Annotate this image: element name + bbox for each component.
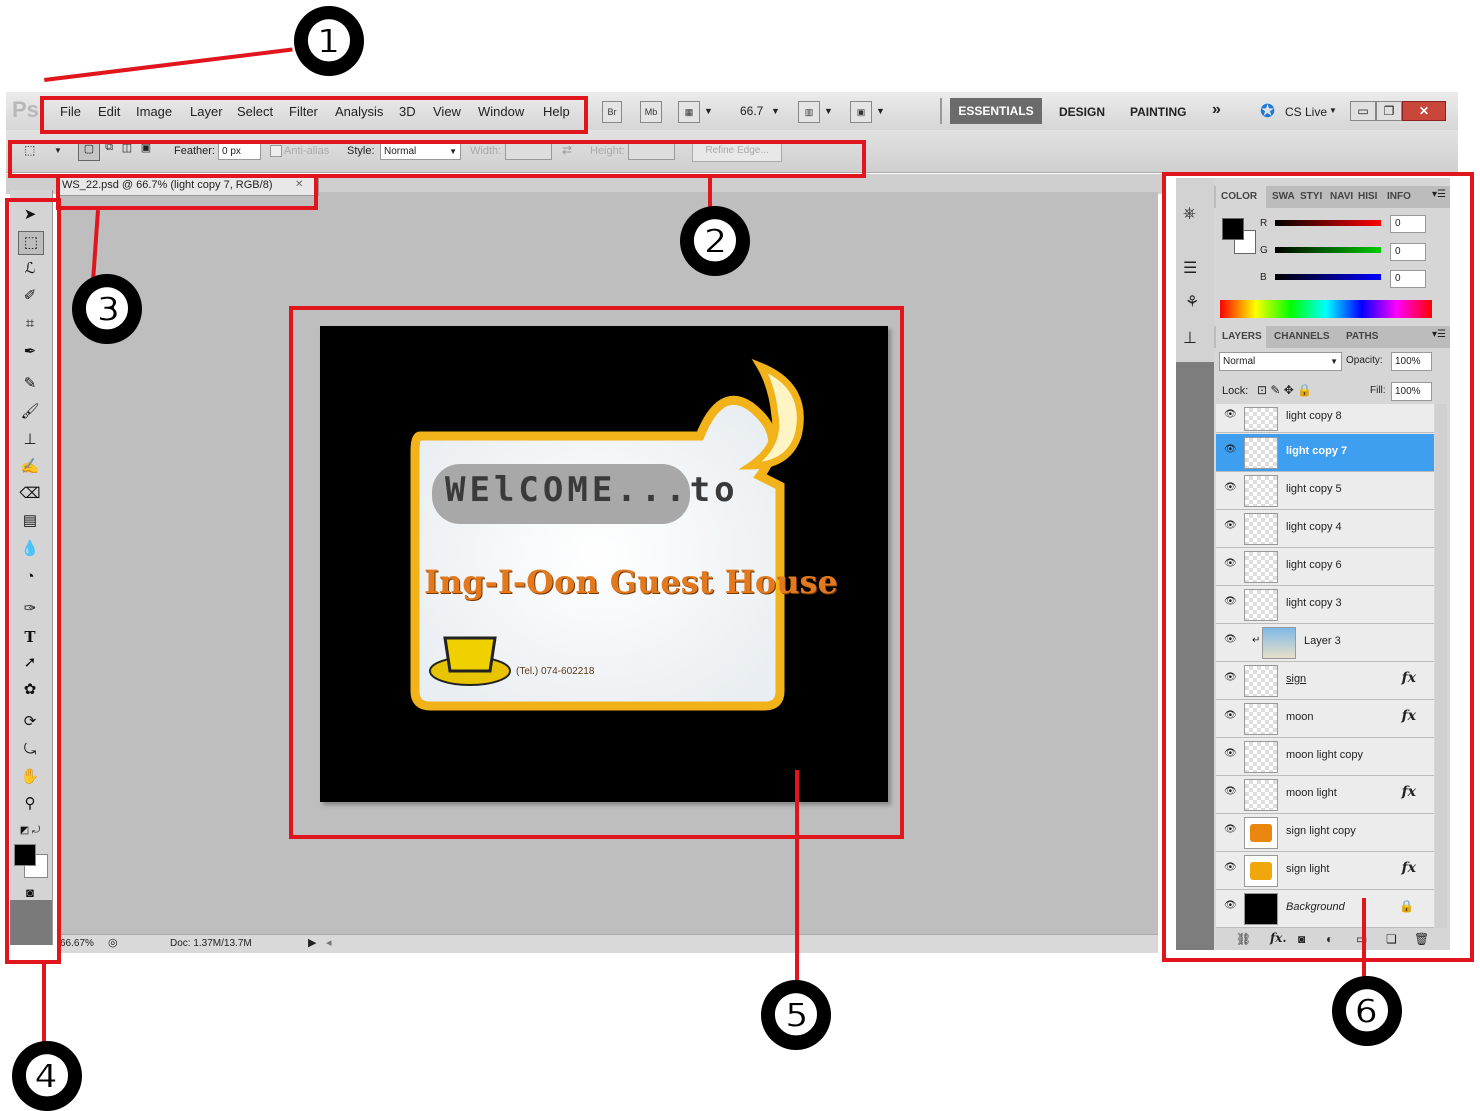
mini-bridge-button[interactable]: Mb	[640, 101, 662, 123]
workspace-design[interactable]: DESIGN	[1059, 105, 1105, 119]
divider	[940, 98, 942, 124]
zoom-dropdown-icon[interactable]: ▼	[771, 106, 780, 116]
screen-mode-icon: ▣	[856, 107, 866, 117]
status-menu-icon[interactable]: ◎	[108, 936, 118, 949]
chevron-down-icon[interactable]: ▼	[876, 106, 885, 116]
restore-button[interactable]: ❐	[1376, 101, 1402, 121]
annotation-marker-5: ❺	[761, 980, 831, 1050]
minimize-button[interactable]: ▭	[1350, 101, 1376, 121]
annotation-box-menu	[40, 96, 588, 134]
annotation-box-panels	[1162, 172, 1474, 962]
arrange-documents-button[interactable]: ▥	[798, 101, 820, 123]
annotation-marker-2: ❷	[680, 206, 750, 276]
view-extras-button[interactable]: ▦	[678, 101, 700, 123]
annotation-line-5	[795, 770, 799, 990]
annotation-marker-4: ❹	[12, 1041, 82, 1111]
zoom-status[interactable]: 66.67%	[60, 938, 94, 949]
bridge-button[interactable]: Br	[602, 101, 622, 123]
chevron-down-icon[interactable]: ▼	[824, 106, 833, 116]
annotation-line-1	[44, 47, 293, 82]
zoom-level[interactable]: 66.7	[740, 104, 763, 118]
annotation-line-4	[42, 962, 46, 1050]
scroll-left-icon[interactable]: ◂	[326, 936, 332, 949]
annotation-box-options	[8, 140, 866, 178]
arrange-icon: ▥	[804, 107, 814, 117]
cs-live-button[interactable]: CS Live	[1285, 105, 1327, 119]
screen-mode-button[interactable]: ▣	[850, 101, 872, 123]
more-workspaces-icon[interactable]: »	[1212, 101, 1221, 119]
annotation-box-canvas	[289, 306, 904, 839]
cs-live-icon[interactable]: ✪	[1260, 101, 1275, 122]
workspace-painting[interactable]: PAINTING	[1130, 105, 1186, 119]
play-icon[interactable]: ▶	[308, 936, 316, 949]
photoshop-logo: Ps	[12, 97, 39, 122]
minimize-icon: ▭	[1357, 104, 1369, 118]
grid-icon: ▦	[684, 107, 694, 117]
annotation-box-doc-tab	[56, 174, 318, 210]
annotation-marker-3: ❸	[72, 274, 142, 344]
workspace-essentials[interactable]: ESSENTIALS	[950, 98, 1042, 124]
close-icon: ✕	[1418, 104, 1430, 118]
annotation-box-tools	[5, 198, 61, 964]
chevron-down-icon[interactable]: ▼	[704, 106, 713, 116]
restore-icon: ❐	[1383, 104, 1395, 118]
annotation-marker-6: ❻	[1332, 976, 1402, 1046]
close-button[interactable]: ✕	[1402, 101, 1446, 121]
annotation-line-6	[1362, 898, 1366, 988]
chevron-down-icon[interactable]: ▼	[1329, 106, 1337, 115]
annotation-marker-1: ❶	[294, 6, 364, 76]
document-size: Doc: 1.37M/13.7M	[170, 938, 252, 949]
status-bar: 66.67% ◎ Doc: 1.37M/13.7M ▶ ◂	[58, 934, 1158, 953]
